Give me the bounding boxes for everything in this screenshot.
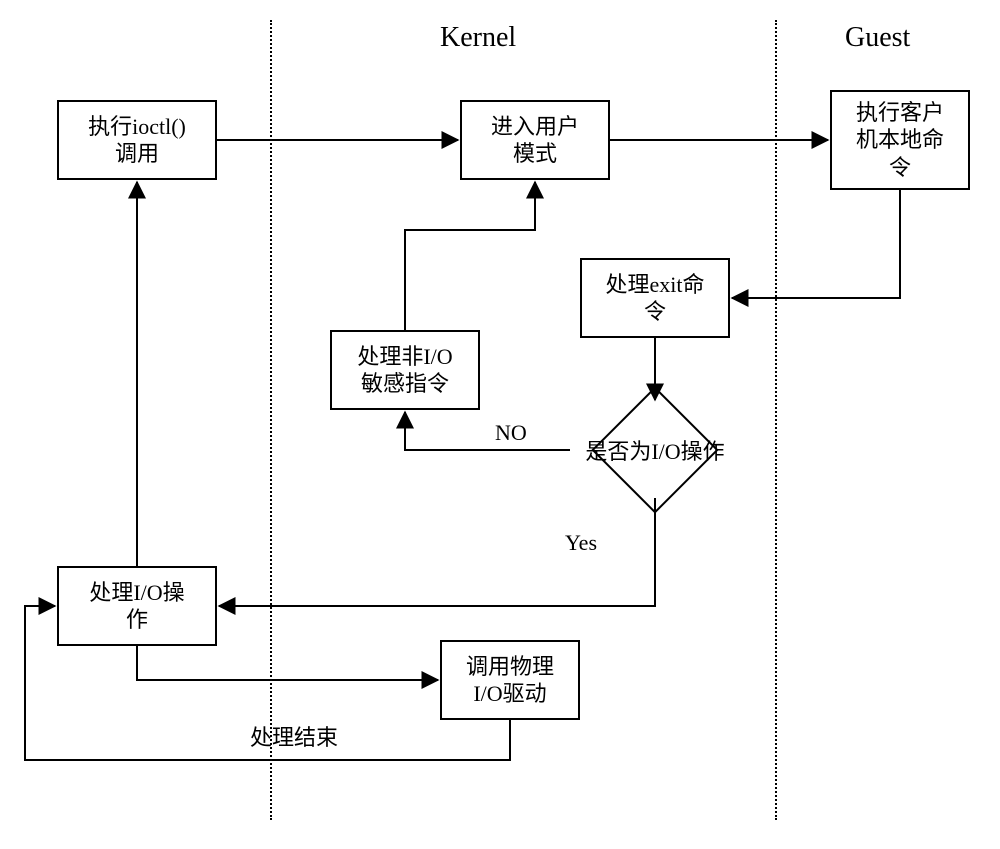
node-handle-exit: 处理exit命令 — [580, 258, 730, 338]
node-handle-io-label: 处理I/O操作 — [89, 579, 184, 634]
node-enter-user: 进入用户模式 — [460, 100, 610, 180]
node-non-io: 处理非I/O敏感指令 — [330, 330, 480, 410]
node-phys-driver-label: 调用物理I/O驱动 — [466, 653, 554, 708]
node-handle-exit-label: 处理exit命令 — [606, 271, 705, 326]
swimlane-divider-2 — [775, 20, 777, 820]
edge-label-done: 处理结束 — [250, 720, 338, 752]
node-ioctl-label: 执行ioctl()调用 — [88, 113, 186, 168]
node-exec-guest-label: 执行客户机本地命令 — [856, 99, 944, 182]
flowchart-canvas: Kernel Guest 执行ioctl()调用 进入用户模式 执行客户机本地命… — [0, 0, 1000, 849]
node-enter-user-label: 进入用户模式 — [491, 113, 579, 168]
node-phys-driver: 调用物理I/O驱动 — [440, 640, 580, 720]
node-decision: 是否为I/O操作 — [555, 390, 755, 510]
edge-label-no: NO — [495, 420, 527, 446]
node-non-io-label: 处理非I/O敏感指令 — [357, 343, 452, 398]
node-exec-guest: 执行客户机本地命令 — [830, 90, 970, 190]
edge-label-yes: Yes — [565, 530, 597, 556]
region-label-guest: Guest — [845, 22, 910, 54]
swimlane-divider-1 — [270, 20, 272, 820]
node-handle-io: 处理I/O操作 — [57, 566, 217, 646]
node-ioctl: 执行ioctl()调用 — [57, 100, 217, 180]
region-label-kernel: Kernel — [440, 22, 516, 54]
node-decision-label: 是否为I/O操作 — [585, 434, 724, 466]
